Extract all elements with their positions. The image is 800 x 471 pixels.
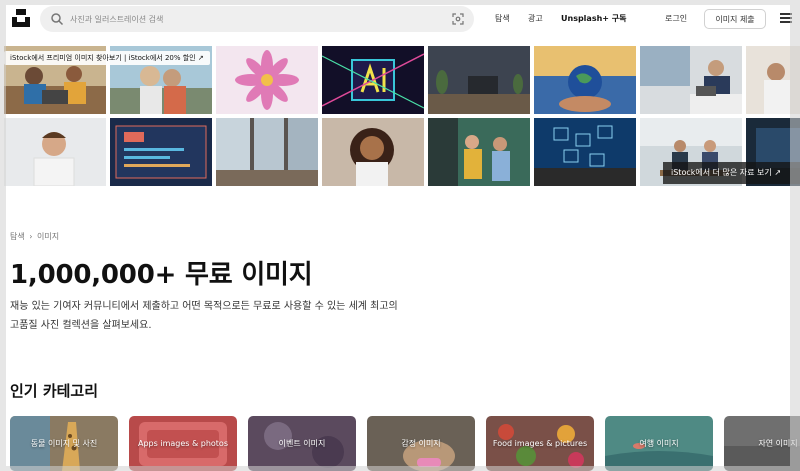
category-label: Food images & pictures <box>492 438 588 448</box>
breadcrumb: 탐색 › 이미지 <box>10 231 59 242</box>
category-label: 여행 이미지 <box>639 438 679 448</box>
category-card-nature[interactable]: 자연 이미지 <box>724 416 800 471</box>
page-title: 1,000,000+ 무료 이미지 <box>10 260 313 290</box>
nav-ads-link[interactable]: 광고 <box>528 13 543 24</box>
category-card-emotions[interactable]: 감정 이미지 <box>367 416 475 471</box>
category-label: 동물 이미지 및 사진 <box>30 438 98 448</box>
breadcrumb-explore-link[interactable]: 탐색 <box>10 232 25 241</box>
category-label: Apps images & photos <box>138 438 228 448</box>
stock-photo-tile[interactable] <box>534 118 636 186</box>
stock-photo-tile[interactable] <box>322 118 424 186</box>
category-card-travel[interactable]: 여행 이미지 <box>605 416 713 471</box>
search-input[interactable] <box>70 10 450 28</box>
nav-explore-link[interactable]: 탐색 <box>495 13 510 24</box>
stock-photo-tile[interactable] <box>322 46 424 114</box>
istock-promo-banner[interactable]: iStock에서 프리미엄 이미지 찾아보기 | iStock에서 20% 할인… <box>4 51 210 65</box>
hamburger-menu-icon[interactable] <box>780 13 792 23</box>
search-icon[interactable] <box>50 12 64 26</box>
page-description: 재능 있는 기여자 커뮤니티에서 제출하고 어떤 목적으로든 무료로 사용할 수… <box>10 301 398 331</box>
stock-photo-tile[interactable] <box>110 118 212 186</box>
stock-photo-tile[interactable] <box>216 118 318 186</box>
istock-image-strip: iStock에서 프리미엄 이미지 찾아보기 | iStock에서 20% 할인… <box>0 44 800 188</box>
category-card-events[interactable]: 이벤트 이미지 <box>248 416 356 471</box>
stock-photo-tile[interactable] <box>640 46 742 114</box>
stock-photo-tile[interactable] <box>534 46 636 114</box>
category-card-food[interactable]: Food images & pictures <box>486 416 594 471</box>
category-card-animals[interactable]: 동물 이미지 및 사진 <box>10 416 118 471</box>
stock-photo-tile[interactable] <box>216 46 318 114</box>
category-list: 동물 이미지 및 사진 Apps images & photos 이벤트 이미지… <box>10 416 800 471</box>
popular-categories-heading: 인기 카테고리 <box>10 382 99 400</box>
category-card-apps[interactable]: Apps images & photos <box>129 416 237 471</box>
unsplash-logo-icon[interactable] <box>12 9 30 27</box>
stock-photo-tile[interactable] <box>428 46 530 114</box>
stock-photo-tile[interactable] <box>746 46 800 114</box>
istock-more-link[interactable]: iStock에서 더 많은 자료 보기 ↗ <box>663 162 800 184</box>
top-header: 탐색 광고 Unsplash+ 구독 로그인 이미지 제출 <box>0 0 800 38</box>
category-label: 감정 이미지 <box>401 438 441 448</box>
login-link[interactable]: 로그인 <box>665 13 687 24</box>
nav-unsplash-plus-link[interactable]: Unsplash+ 구독 <box>561 13 627 24</box>
visual-search-icon[interactable] <box>452 13 464 25</box>
stock-photo-tile[interactable] <box>4 118 106 186</box>
breadcrumb-separator: › <box>29 232 33 241</box>
category-label: 자연 이미지 <box>758 438 798 448</box>
search-bar[interactable] <box>40 6 474 32</box>
category-label: 이벤트 이미지 <box>278 438 326 448</box>
stock-photo-tile[interactable] <box>428 118 530 186</box>
breadcrumb-current: 이미지 <box>37 232 60 241</box>
submit-image-button[interactable]: 이미지 제출 <box>704 9 766 29</box>
